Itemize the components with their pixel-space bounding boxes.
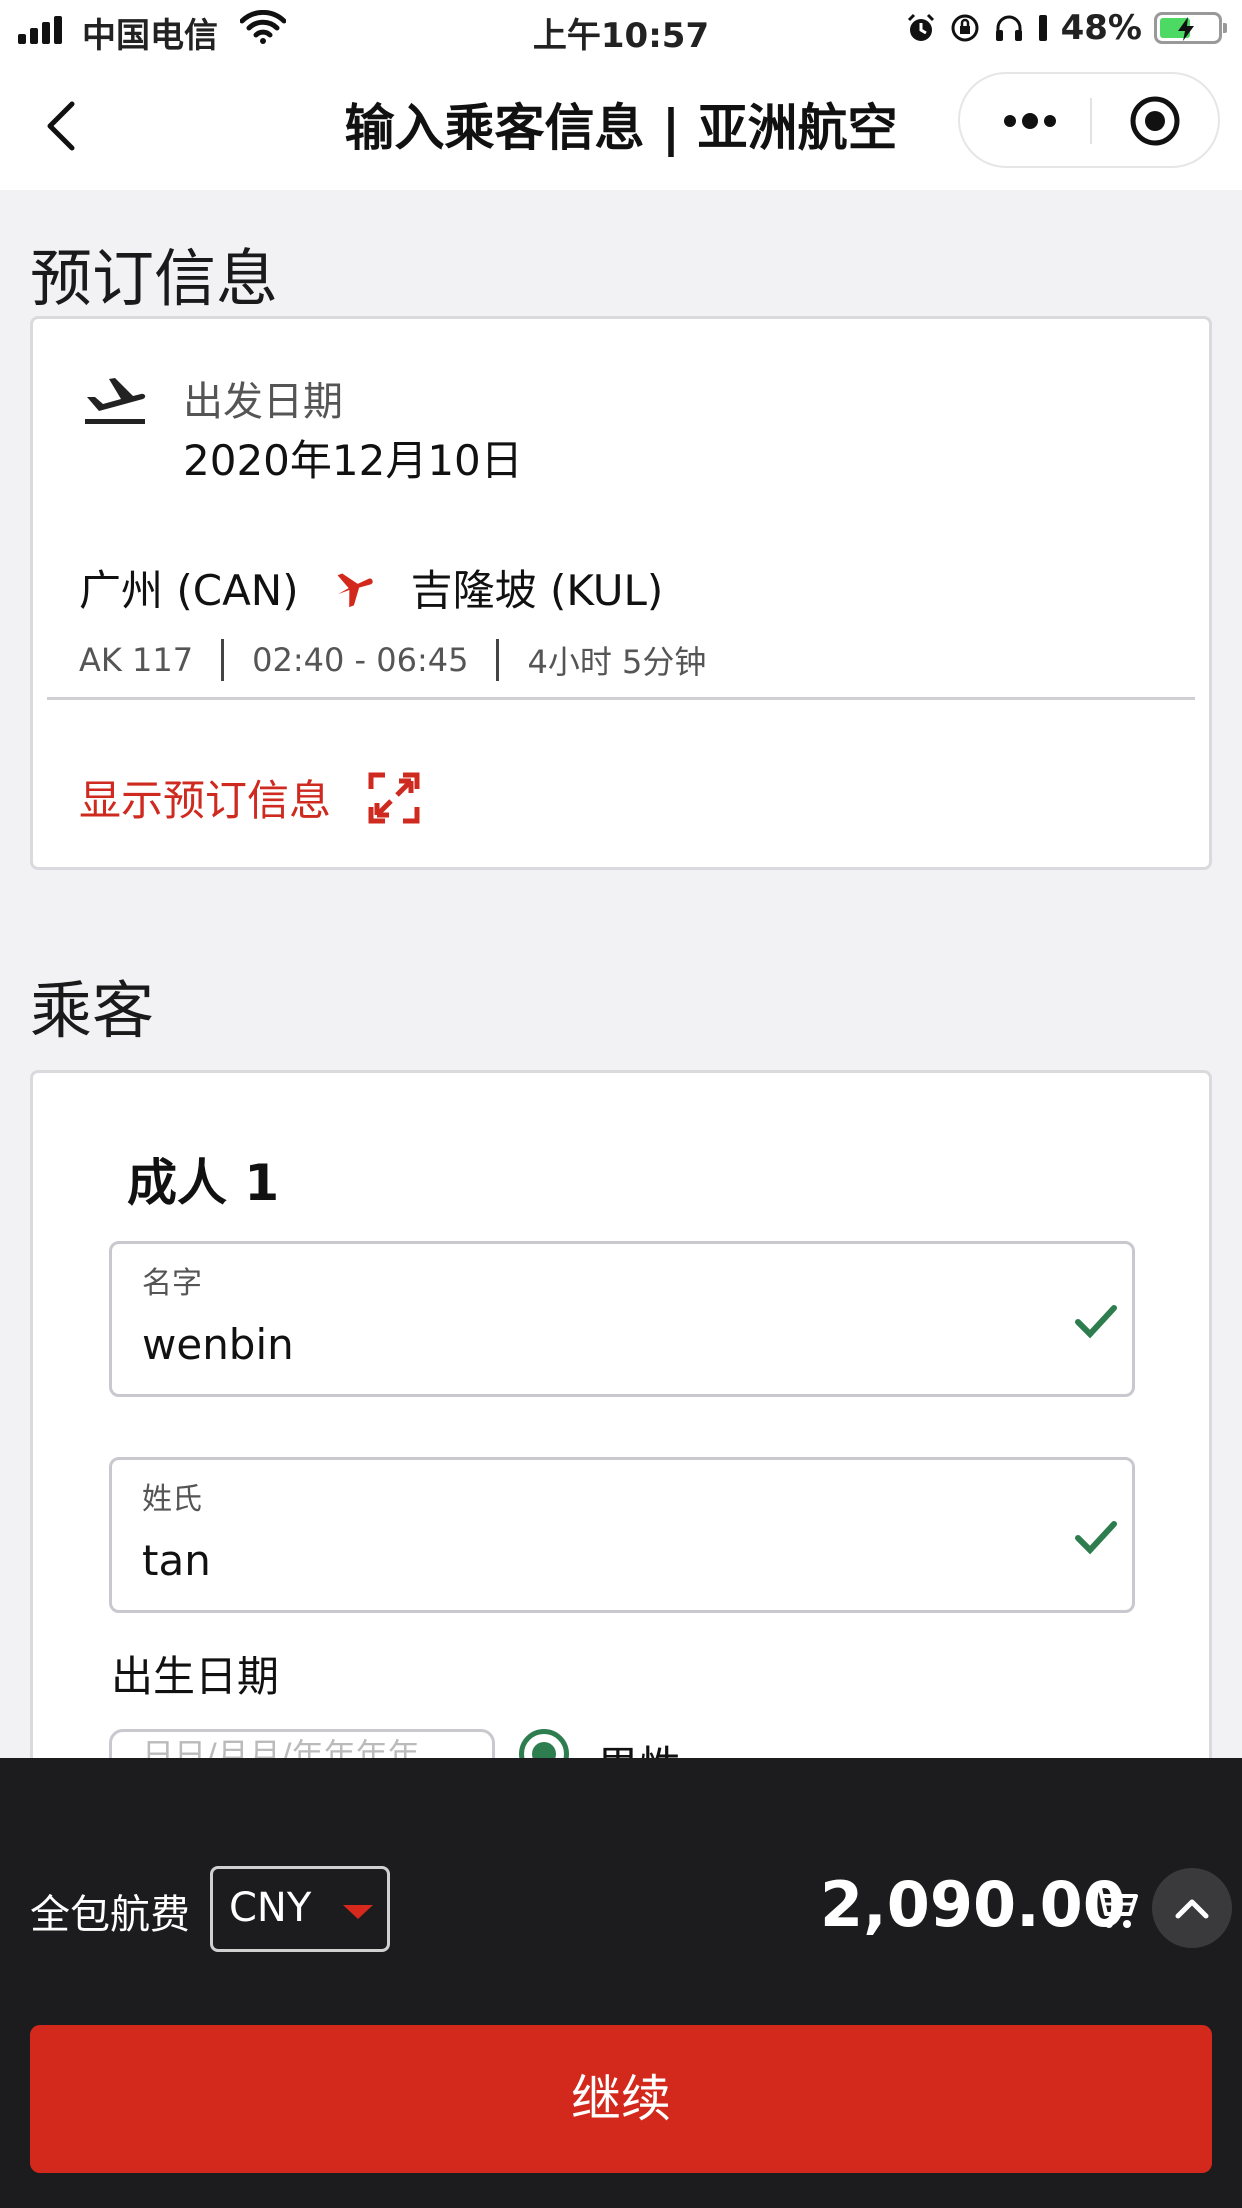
departure-plane-icon xyxy=(85,378,146,424)
plane-icon xyxy=(337,572,373,607)
last-name-field[interactable]: 姓氏 tan xyxy=(109,1457,1135,1613)
expand-icon xyxy=(368,772,420,823)
first-name-field[interactable]: 名字 wenbin xyxy=(109,1241,1135,1397)
last-name-value[interactable]: tan xyxy=(142,1536,211,1585)
nav-bar: 输入乘客信息 | 亚洲航空 xyxy=(0,60,1242,190)
flight-number: AK 117 xyxy=(79,641,194,679)
currency-value: CNY xyxy=(229,1885,312,1931)
show-booking-details-label: 显示预订信息 xyxy=(79,776,332,825)
route: 广州 (CAN) 吉隆坡 (KUL) xyxy=(79,557,663,618)
departure-date: 2020年12月10日 xyxy=(183,436,523,485)
passengers-section-title: 乘客 xyxy=(30,974,155,1047)
rotation-lock-icon xyxy=(951,14,979,42)
flight-duration: 4小时 5分钟 xyxy=(527,643,707,681)
first-name-label: 名字 xyxy=(142,1266,202,1301)
check-icon xyxy=(1075,1521,1117,1555)
status-bar: 中国电信 上午10:57 48% xyxy=(0,0,1242,60)
booking-section-title: 预订信息 xyxy=(30,242,279,315)
show-booking-details-link[interactable]: 显示预订信息 xyxy=(79,767,421,828)
flight-time-range: 02:40 - 06:45 xyxy=(252,641,469,679)
battery-icon xyxy=(1154,12,1227,44)
passenger-card: 成人 1 名字 wenbin 姓氏 tan 出生日期 日日/月月/年年年年 男性 xyxy=(30,1070,1212,1830)
more-dots-icon[interactable] xyxy=(1000,106,1060,136)
expand-summary-button[interactable] xyxy=(1152,1868,1232,1948)
passenger-heading: 成人 1 xyxy=(127,1154,280,1212)
mini-program-capsule xyxy=(958,72,1220,168)
origin-city: 广州 (CAN) xyxy=(79,566,299,615)
cart-icon xyxy=(1092,1886,1138,1928)
destination-city: 吉隆坡 (KUL) xyxy=(410,566,664,615)
dob-label: 出生日期 xyxy=(111,1652,280,1701)
departure-date-label: 出发日期 xyxy=(183,379,343,425)
headphones-icon xyxy=(995,15,1022,41)
target-icon[interactable] xyxy=(1128,94,1182,148)
last-name-label: 姓氏 xyxy=(142,1482,202,1517)
flight-info: AK 117 02:40 - 06:45 4小时 5分钟 xyxy=(79,637,706,683)
currency-select[interactable]: CNY xyxy=(210,1866,390,1952)
fare-label: 全包航费 xyxy=(30,1892,190,1938)
dropdown-caret-icon xyxy=(343,1905,373,1919)
first-name-value[interactable]: wenbin xyxy=(142,1320,294,1369)
battery-percent: 48% xyxy=(1060,8,1142,48)
total-price: 2,090.00 xyxy=(820,1868,1126,1941)
continue-button[interactable]: 继续 xyxy=(30,2025,1212,2173)
booking-card: 出发日期 2020年12月10日 广州 (CAN) 吉隆坡 (KUL) AK 1… xyxy=(30,316,1212,870)
chevron-up-icon xyxy=(1175,1899,1209,1919)
card-divider xyxy=(47,697,1195,700)
checkout-bar: 全包航费 CNY 2,090.00 继续 xyxy=(0,1758,1242,2208)
battery-lock-icon xyxy=(1038,15,1047,41)
alarm-icon xyxy=(907,13,934,41)
check-icon xyxy=(1075,1305,1117,1339)
